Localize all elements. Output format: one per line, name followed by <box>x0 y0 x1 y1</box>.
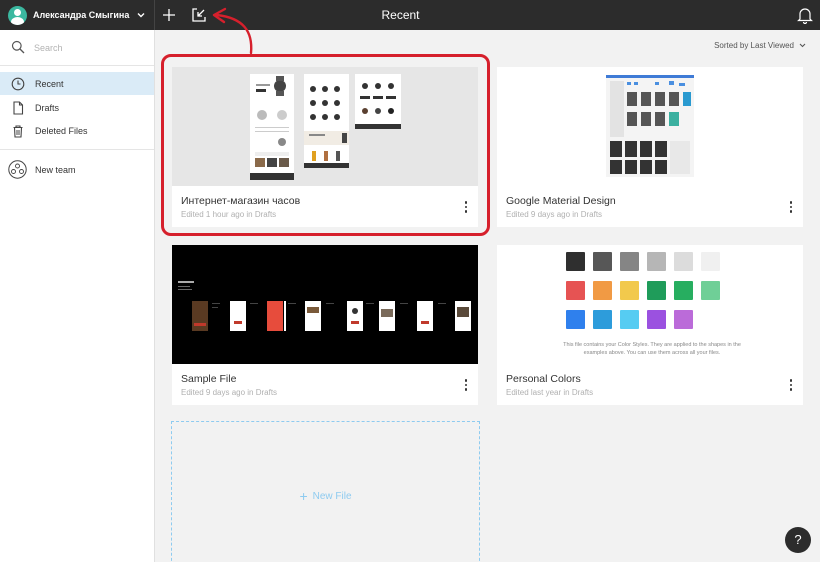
file-icon <box>11 100 25 115</box>
file-thumbnail <box>172 245 478 364</box>
color-swatch <box>593 281 612 300</box>
file-card-watch-shop[interactable]: Интернет-магазин часов Edited 1 hour ago… <box>172 67 478 227</box>
file-card-material-design[interactable]: Google Material Design Edited 9 days ago… <box>497 67 803 227</box>
file-thumbnail <box>497 67 803 186</box>
top-bar: Александра Смыгина Recent <box>0 0 820 30</box>
search-icon <box>11 40 25 54</box>
search-bar <box>0 38 154 58</box>
sidebar-item-deleted-files[interactable]: Deleted Files <box>0 119 154 142</box>
color-swatch <box>566 252 585 271</box>
sort-label: Sorted by Last Viewed <box>714 41 794 50</box>
file-meta: Edited 9 days ago in Drafts <box>181 388 278 397</box>
chevron-down-icon <box>137 11 145 20</box>
color-swatch <box>674 281 693 300</box>
color-swatch <box>620 252 639 271</box>
file-thumbnail <box>172 67 478 186</box>
new-file-button[interactable]: + New File <box>171 421 480 562</box>
search-input[interactable] <box>34 40 144 56</box>
color-swatch <box>593 252 612 271</box>
sidebar-item-label: Drafts <box>35 102 60 113</box>
plus-icon[interactable] <box>160 4 178 26</box>
file-name: Sample File <box>181 373 237 385</box>
bell-icon[interactable] <box>797 7 813 25</box>
sidebar-item-drafts[interactable]: Drafts <box>0 96 154 119</box>
page-title: Recent <box>381 8 420 22</box>
chevron-down-icon <box>799 41 806 50</box>
color-swatch <box>674 310 693 329</box>
sidebar-item-label: Deleted Files <box>35 125 88 136</box>
sidebar: Recent Drafts Deleted Files New team <box>0 30 155 562</box>
sidebar-item-label: New team <box>35 164 76 175</box>
file-name: Personal Colors <box>506 373 581 385</box>
divider <box>0 65 154 66</box>
username: Александра Смыгина <box>33 10 130 20</box>
file-card-personal-colors[interactable]: This file contains your Color Styles. Th… <box>497 245 803 405</box>
new-file-label: New File <box>312 490 352 502</box>
more-options-icon[interactable] <box>785 199 797 215</box>
color-swatch <box>674 252 693 271</box>
color-swatch <box>647 252 666 271</box>
more-options-icon[interactable] <box>460 377 472 393</box>
user-menu[interactable]: Александра Смыгина <box>8 5 145 25</box>
sort-dropdown[interactable]: Sorted by Last Viewed <box>714 41 806 50</box>
file-card-sample-file[interactable]: Sample File Edited 9 days ago in Drafts <box>172 245 478 405</box>
file-meta: Edited last year in Drafts <box>506 388 594 397</box>
clock-icon <box>11 77 25 91</box>
file-name: Интернет-магазин часов <box>181 195 301 207</box>
color-swatch <box>647 310 666 329</box>
plus-icon: + <box>299 488 308 504</box>
color-swatch <box>566 281 585 300</box>
sidebar-item-label: Recent <box>35 78 64 89</box>
help-button[interactable]: ? <box>785 527 811 553</box>
sidebar-item-recent[interactable]: Recent <box>0 72 154 95</box>
color-swatch <box>701 281 720 300</box>
thumbnail-caption: This file contains your Color Styles. Th… <box>563 342 741 356</box>
avatar <box>8 5 27 25</box>
trash-icon <box>11 124 25 138</box>
color-swatch <box>620 281 639 300</box>
top-bar-divider <box>154 0 155 30</box>
color-swatch <box>620 310 639 329</box>
team-icon <box>8 160 27 179</box>
import-icon[interactable] <box>190 6 208 24</box>
divider <box>0 149 154 150</box>
more-options-icon[interactable] <box>460 199 472 215</box>
color-swatch <box>593 310 612 329</box>
more-options-icon[interactable] <box>785 377 797 393</box>
color-swatch <box>566 310 585 329</box>
color-swatch <box>647 281 666 300</box>
main-content: Sorted by Last Viewed Интернет-магазин ч… <box>155 30 820 562</box>
file-name: Google Material Design <box>506 195 616 207</box>
sidebar-item-new-team[interactable]: New team <box>0 158 154 181</box>
file-meta: Edited 1 hour ago in Drafts <box>181 210 277 219</box>
file-thumbnail: This file contains your Color Styles. Th… <box>497 245 803 364</box>
file-meta: Edited 9 days ago in Drafts <box>506 210 603 219</box>
color-swatch <box>701 252 720 271</box>
